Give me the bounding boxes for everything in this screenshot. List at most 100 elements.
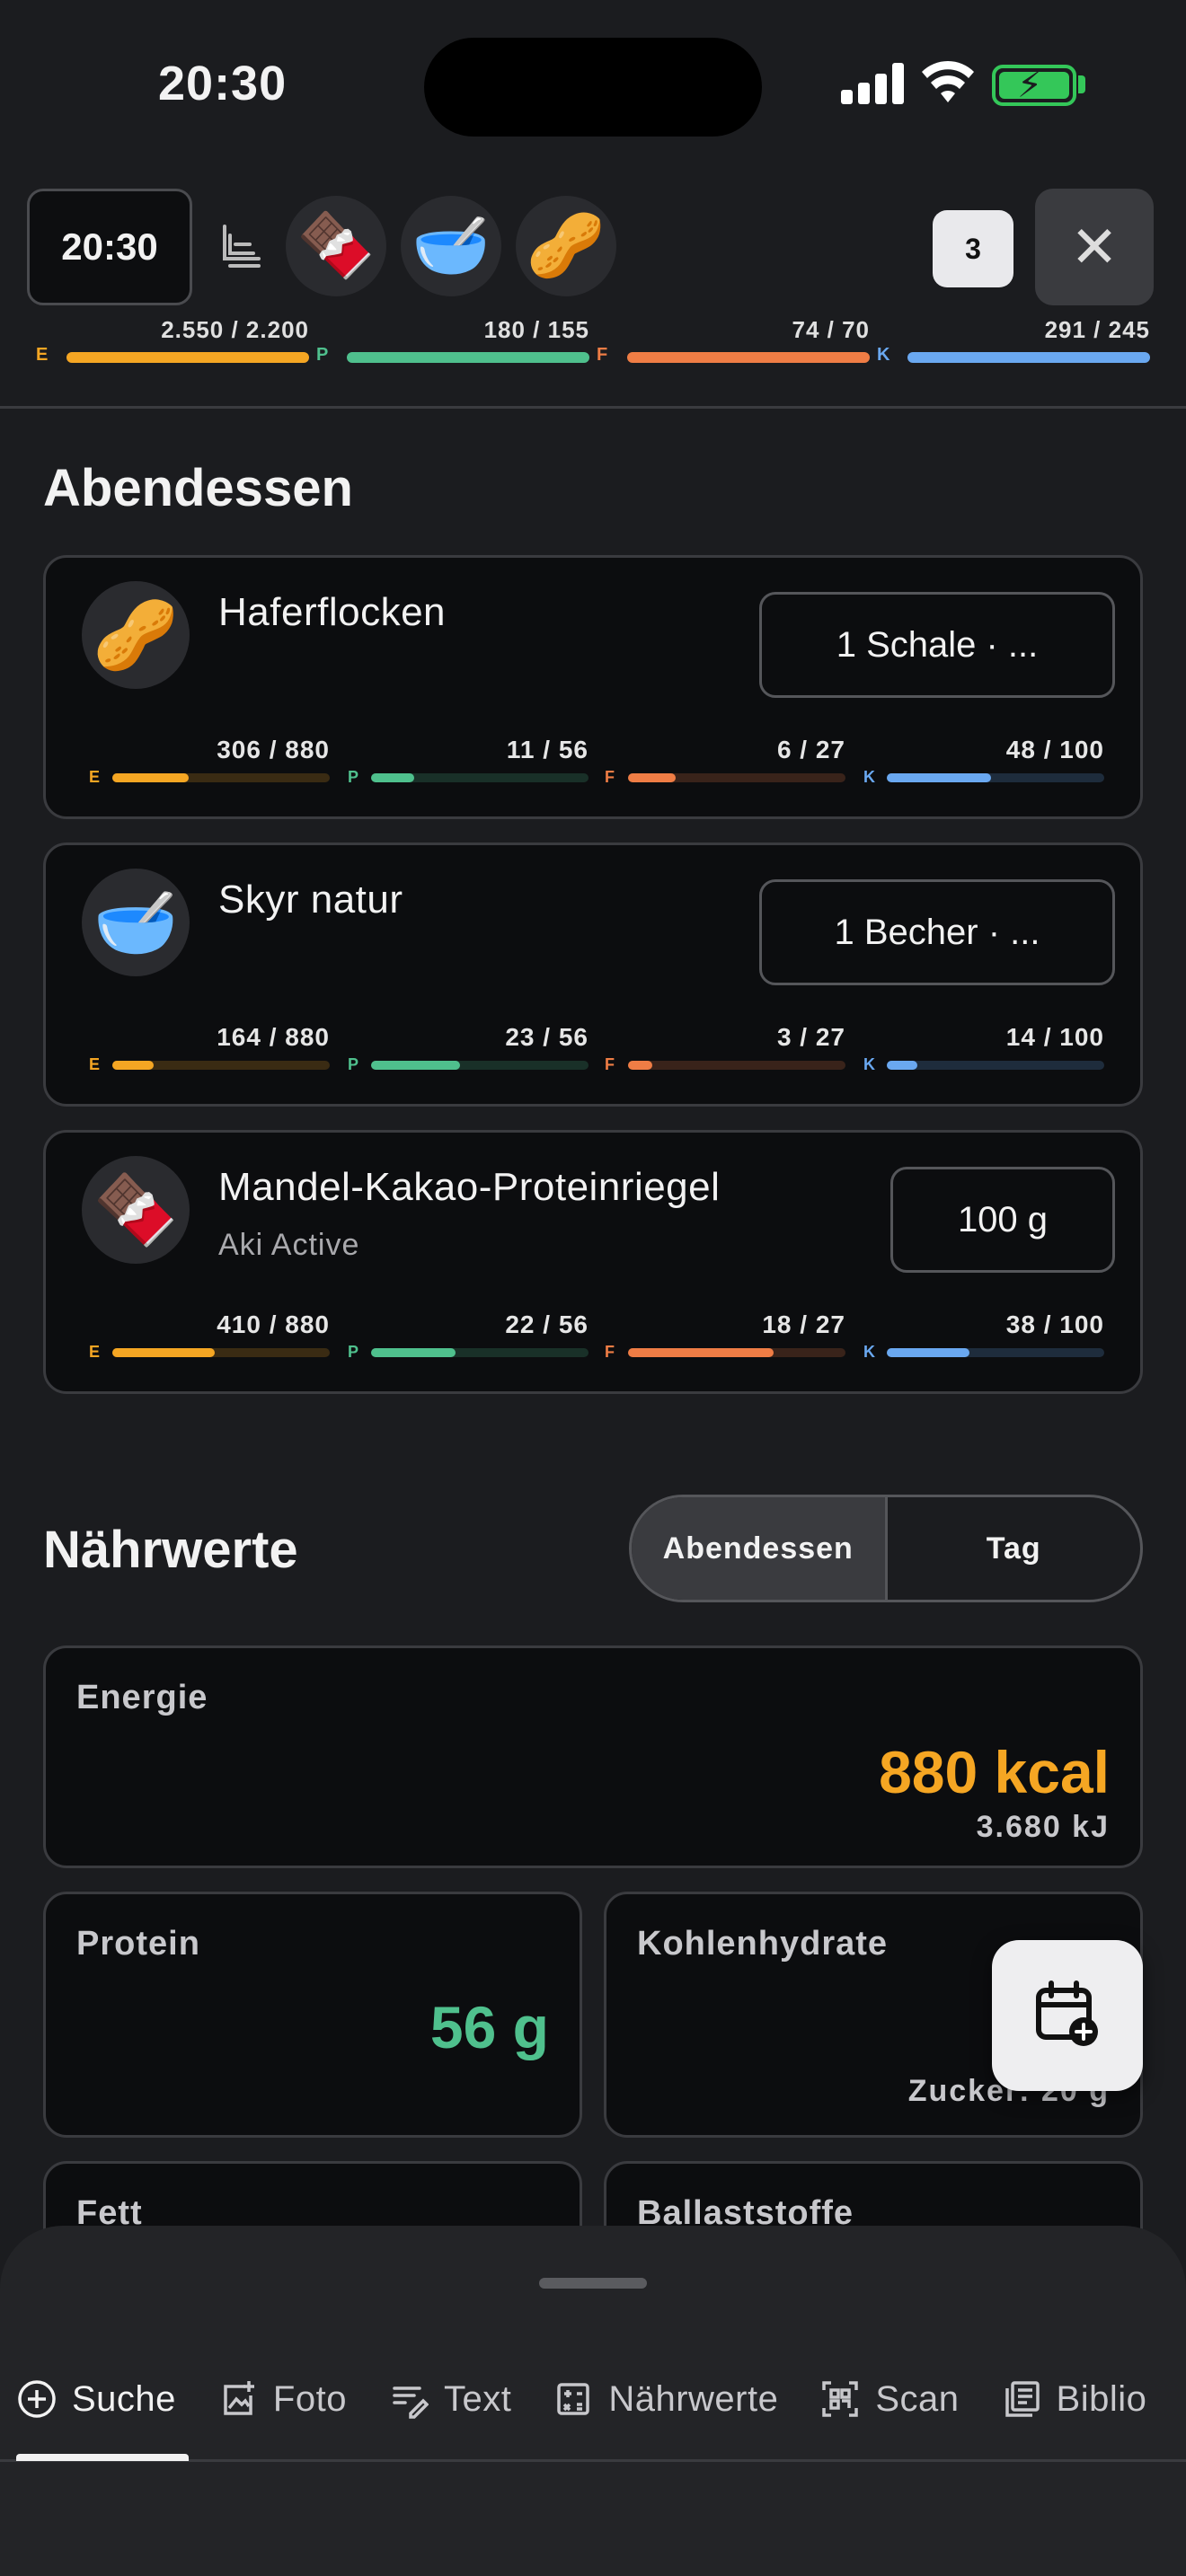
photo-add-icon [217, 2378, 259, 2420]
daily-bar-f: 74 / 70 F [597, 316, 870, 370]
chair-icon[interactable] [217, 223, 266, 271]
macro-bar-letter: K [863, 1055, 875, 1073]
tab-label: Suche [72, 2378, 176, 2419]
segment-day[interactable]: Tag [888, 1497, 1141, 1600]
food-thumb-skyr[interactable]: 🥣 [401, 196, 501, 296]
wifi-icon [922, 57, 974, 109]
macro-bar-track [628, 1061, 845, 1070]
macro-bar-letter: F [605, 768, 615, 786]
macro-bar-letter: K [863, 768, 875, 786]
macro-bar-track [371, 773, 589, 782]
macro-bar-track [887, 773, 1104, 782]
macro-bar-value: 38 / 100 [1005, 1310, 1104, 1338]
macro-bar-track [887, 1348, 1104, 1357]
charging-bolt-icon: ⚡ [1017, 66, 1043, 105]
item-count-badge[interactable]: 3 [933, 210, 1013, 287]
macro-bar-k: 48 / 100 K [863, 736, 1104, 790]
tab-scan[interactable]: Scan [819, 2378, 959, 2420]
tab-label: Biblio [1056, 2378, 1147, 2419]
food-thumb-oats[interactable]: 🥜 [516, 196, 616, 296]
amount-button[interactable]: 1 Becher · ... [759, 879, 1115, 985]
energy-kcal: 880 kcal [879, 1739, 1110, 1805]
meal-item-card[interactable]: 🥜 Haferflocken 1 Schale · ... 306 / 880 E 11 … [43, 555, 1143, 819]
macro-bar-fill [887, 1061, 917, 1070]
macro-bar-k: 14 / 100 K [863, 1023, 1104, 1077]
macro-bar-f: 18 / 27 F [605, 1310, 845, 1364]
macro-bar-k: 38 / 100 K [863, 1310, 1104, 1364]
macro-bar-track [371, 1348, 589, 1357]
protein-value: 56 g [429, 1994, 549, 2060]
daily-bar-letter: E [36, 345, 49, 365]
meal-item-thumb: 🍫 [82, 1156, 190, 1264]
macro-bar-letter: P [348, 768, 359, 786]
energy-kj: 3.680 kJ [976, 1810, 1110, 1844]
macro-bar-fill [628, 1348, 774, 1357]
food-thumb-bar[interactable]: 🍫 [286, 196, 386, 296]
macro-bar-fill [628, 773, 677, 782]
daily-bar-value: 74 / 70 [792, 316, 870, 343]
tab-label: Nährwerte [608, 2378, 779, 2419]
daily-bar-letter: K [877, 345, 890, 365]
macro-bar-p: 23 / 56 P [348, 1023, 589, 1077]
daily-bar-value: 180 / 155 [483, 316, 589, 343]
daily-bar-fill [907, 352, 1150, 363]
meal-time-button[interactable]: 20:30 [27, 189, 192, 305]
macro-bar-fill [887, 1348, 969, 1357]
daily-bar-k: 291 / 245 K [877, 316, 1150, 370]
sheet-handle[interactable] [539, 2278, 647, 2289]
macro-bar-value: 6 / 27 [776, 736, 845, 763]
macro-bar-p: 22 / 56 P [348, 1310, 589, 1364]
macro-bar-fill [371, 773, 415, 782]
protein-label: Protein [76, 1925, 200, 1963]
tab-text[interactable]: Text [388, 2378, 511, 2420]
meal-item-card[interactable]: 🍫 Mandel-Kakao-Proteinriegel Aki Active 100… [43, 1130, 1143, 1394]
nutrients-scope-toggle[interactable]: Abendessen Tag [629, 1495, 1143, 1602]
nutrients-title: Nährwerte [43, 1521, 298, 1579]
macro-bar-letter: P [348, 1055, 359, 1073]
daily-bar-letter: P [316, 345, 329, 365]
tab-suche[interactable]: Suche [16, 2378, 176, 2420]
add-to-calendar-button[interactable] [992, 1940, 1143, 2091]
daily-bar-fill [627, 352, 870, 363]
tab-label: Scan [875, 2378, 960, 2419]
tab-label: Foto [272, 2378, 347, 2419]
tab-nhrwerte[interactable]: Nährwerte [553, 2378, 778, 2420]
macro-bar-value: 410 / 880 [217, 1310, 330, 1338]
status-time: 20:30 [158, 57, 288, 110]
meal-item-name: Haferflocken [218, 590, 447, 634]
macro-bar-track [371, 1061, 589, 1070]
macro-bar-e: 306 / 880 E [89, 736, 330, 790]
active-tab-indicator [16, 2454, 189, 2461]
macro-bar-value: 306 / 880 [217, 736, 330, 763]
macro-bar-fill [371, 1348, 456, 1357]
macro-bar-fill [887, 773, 992, 782]
signal-icon [841, 63, 904, 104]
macro-bar-letter: F [605, 1343, 615, 1361]
amount-button[interactable]: 1 Schale · ... [759, 592, 1115, 698]
macro-bar-track [628, 773, 845, 782]
macro-bar-letter: P [348, 1343, 359, 1361]
macro-bar-fill [371, 1061, 461, 1070]
close-button[interactable]: ✕ [1035, 189, 1154, 305]
energy-label: Energie [76, 1679, 208, 1716]
plus-circle-icon [16, 2378, 58, 2420]
segment-meal[interactable]: Abendessen [632, 1497, 888, 1600]
amount-button[interactable]: 100 g [890, 1167, 1115, 1273]
calculator-icon [553, 2378, 594, 2420]
calendar-add-icon [1031, 1978, 1103, 2054]
macro-bar-value: 14 / 100 [1005, 1023, 1104, 1051]
macro-bar-value: 3 / 27 [776, 1023, 845, 1051]
macro-bar-letter: K [863, 1343, 875, 1361]
macro-bar-e: 410 / 880 E [89, 1310, 330, 1364]
macro-bar-value: 48 / 100 [1005, 736, 1104, 763]
macro-bar-track [112, 1061, 330, 1070]
meal-item-brand: Aki Active [218, 1228, 360, 1262]
barcode-scan-icon [819, 2378, 861, 2420]
tab-foto[interactable]: Foto [217, 2378, 347, 2420]
library-icon [1001, 2378, 1042, 2420]
meal-item-card[interactable]: 🥣 Skyr natur 1 Becher · ... 164 / 880 E 23 / … [43, 842, 1143, 1107]
macro-bar-f: 6 / 27 F [605, 736, 845, 790]
macro-bar-value: 22 / 56 [505, 1310, 589, 1338]
dynamic-island [424, 38, 762, 137]
tab-biblio[interactable]: Biblio [1001, 2378, 1147, 2420]
